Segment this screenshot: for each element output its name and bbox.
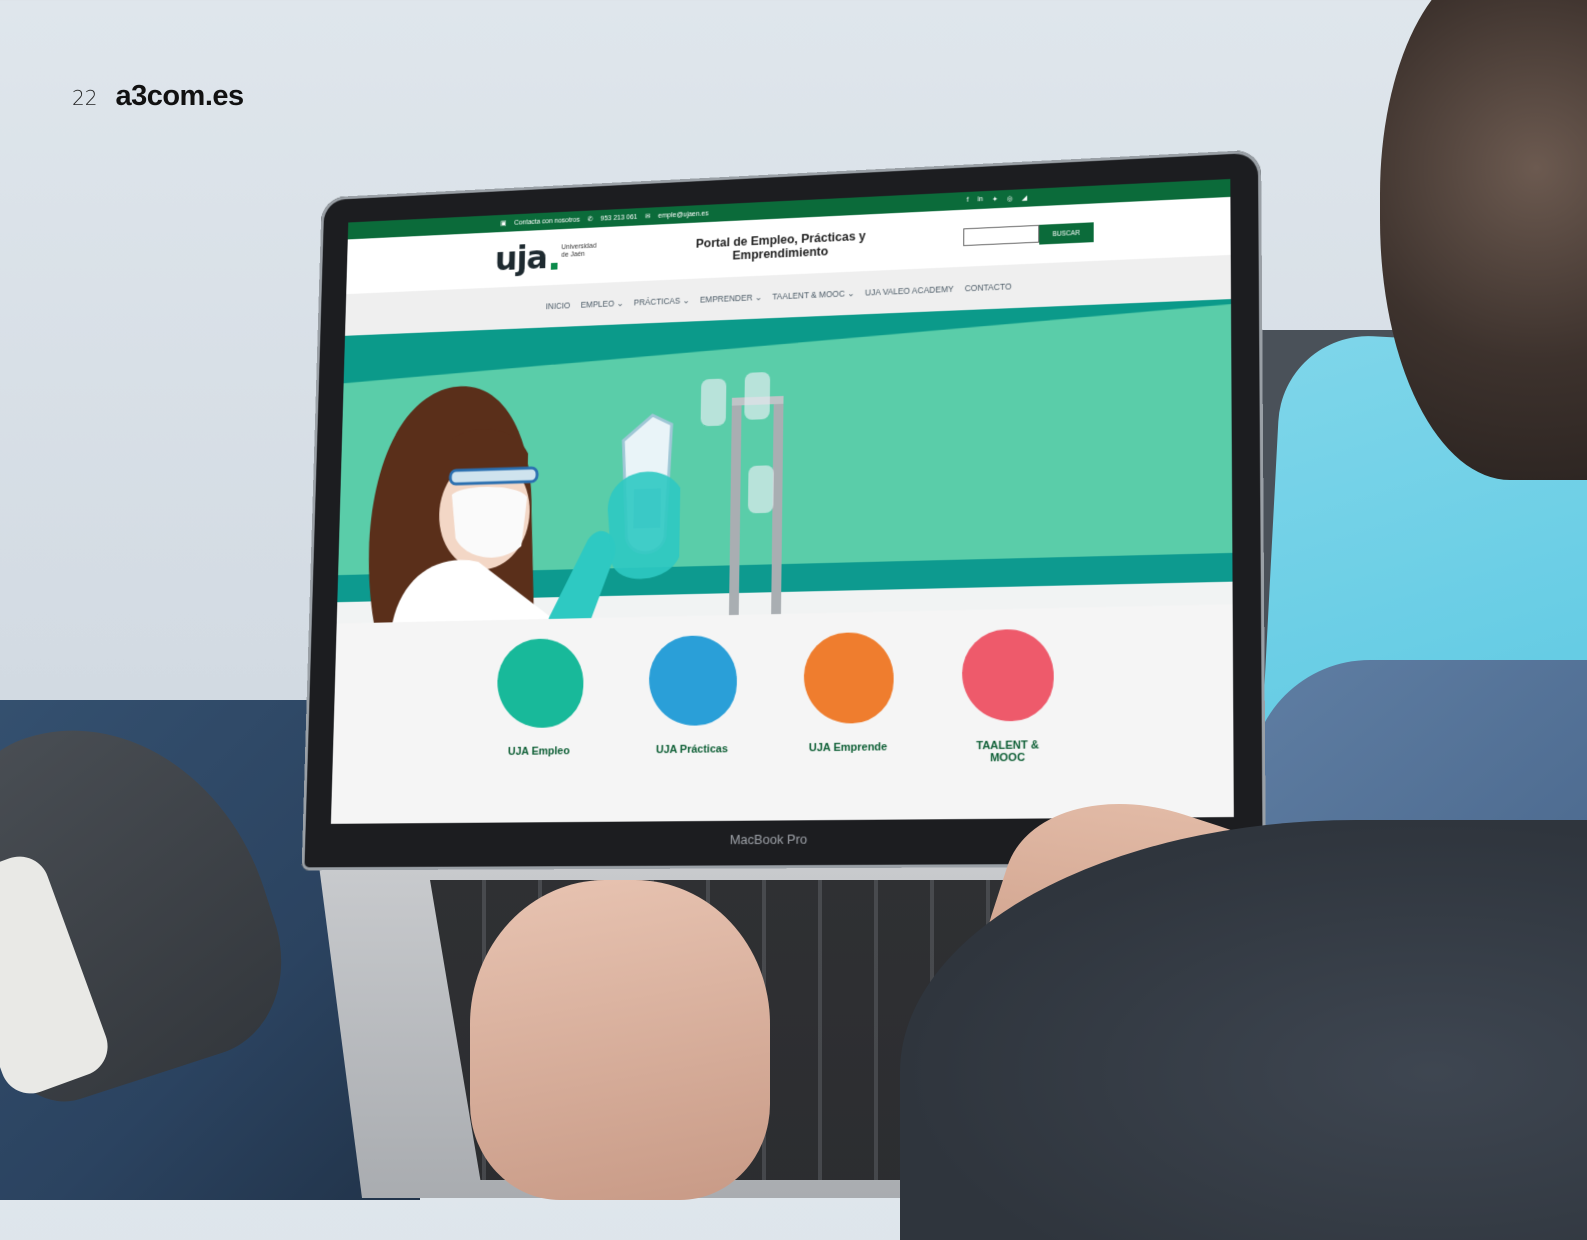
nav-item-taalent-mooc[interactable]: TAALENT & MOOC ⌄	[772, 288, 854, 302]
tile-uja-empleo[interactable]: UJA Empleo	[490, 637, 587, 824]
uja-emprende-illustration	[803, 631, 894, 725]
nav-item-emprender[interactable]: EMPRENDER ⌄	[700, 292, 762, 305]
logo-text: Universidad de Jaén	[561, 242, 597, 259]
service-tiles: UJA Empleo UJA Prácticas UJA Emprende TA…	[330, 604, 1234, 824]
social-links: f in ✦ ◎ ◢	[967, 194, 1028, 205]
nav-item-practicas[interactable]: PRÁCTICAS ⌄	[634, 295, 690, 308]
twitter-icon[interactable]: ✦	[992, 195, 998, 203]
search-button[interactable]: BUSCAR	[1039, 222, 1094, 245]
page-number: 22	[72, 86, 98, 110]
uja-practicas-illustration	[648, 634, 738, 727]
search-form: BUSCAR	[962, 222, 1094, 248]
logo-mark: uja	[494, 238, 548, 279]
site-name: a3com.es	[115, 80, 244, 112]
nav-item-contacto[interactable]: CONTACTO	[965, 281, 1012, 293]
tile-label[interactable]: UJA Empleo	[493, 745, 585, 758]
tile-label[interactable]: UJA Emprende	[800, 741, 896, 754]
nav-item-inicio[interactable]: INICIO	[546, 301, 571, 312]
email-link[interactable]: emple@ujaen.es	[658, 210, 708, 219]
mail-icon: ✉	[644, 213, 651, 221]
portal-title: Portal de Empleo, Prácticas y Emprendimi…	[695, 229, 866, 263]
instagram-icon[interactable]: ◎	[1007, 195, 1013, 203]
linkedin-icon[interactable]: in	[978, 196, 983, 204]
tile-uja-practicas[interactable]: UJA Prácticas	[642, 634, 740, 824]
phone-icon: ✆	[587, 216, 593, 224]
tile-label[interactable]: TAALENT & MOOC	[959, 739, 1057, 765]
phone-number[interactable]: 953 213 061	[600, 213, 637, 222]
laptop: ▣ Contacta con nosotros ✆ 953 213 061 ✉ …	[301, 149, 1266, 871]
tile-uja-emprende[interactable]: UJA Emprende	[799, 631, 897, 824]
rss-icon[interactable]: ◢	[1022, 194, 1027, 202]
scientist-illustration	[367, 371, 784, 623]
laptop-screen: ▣ Contacta con nosotros ✆ 953 213 061 ✉ …	[330, 178, 1234, 824]
uja-logo[interactable]: uja Universidad de Jaén	[494, 238, 597, 279]
tile-taalent-mooc[interactable]: TAALENT & MOOC	[958, 628, 1057, 823]
search-input[interactable]	[962, 224, 1040, 247]
hand-left	[470, 880, 770, 1200]
page-header: 22 a3com.es	[72, 80, 244, 113]
logo-dot	[550, 262, 558, 270]
contact-link[interactable]: Contacta con nosotros	[514, 216, 580, 226]
contact-icon: ▣	[500, 220, 507, 228]
hero-banner	[336, 299, 1233, 624]
tile-label[interactable]: UJA Prácticas	[645, 743, 739, 756]
taalent-mooc-illustration	[961, 628, 1054, 722]
nav-item-empleo[interactable]: EMPLEO ⌄	[581, 298, 624, 310]
nav-item-uja-valeo-academy[interactable]: UJA VALEO ACADEMY	[865, 284, 954, 298]
uja-empleo-illustration	[496, 637, 585, 729]
facebook-icon[interactable]: f	[967, 197, 969, 205]
